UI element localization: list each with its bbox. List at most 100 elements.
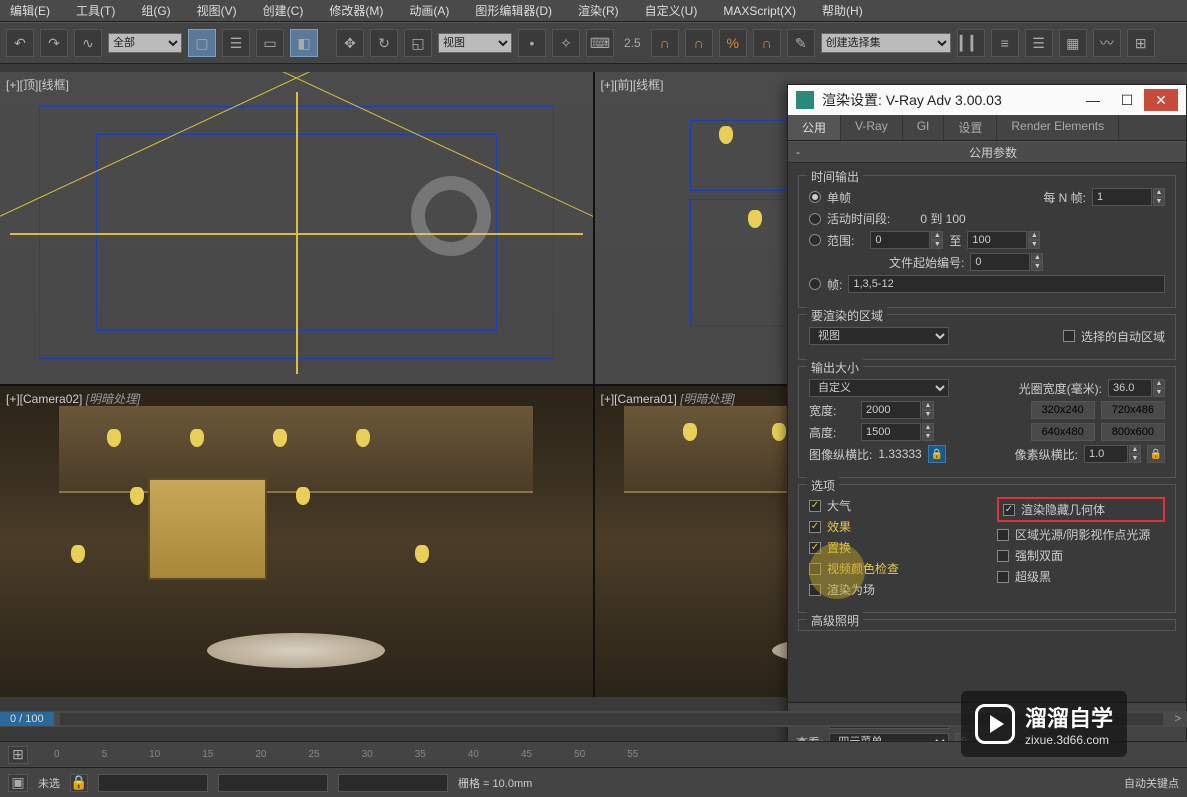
rollup-common-params[interactable]: - 公用参数 — [788, 141, 1186, 163]
viewport-top[interactable]: [+][顶][线框] — [0, 72, 593, 384]
menu-maxscript[interactable]: MAXScript(X) — [719, 2, 800, 20]
input-file-start[interactable] — [970, 253, 1030, 271]
redo-icon[interactable]: ↷ — [40, 29, 68, 57]
label-atmos: 大气 — [827, 497, 851, 514]
select-object-icon[interactable]: ▢ — [188, 29, 216, 57]
menu-custom[interactable]: 自定义(U) — [641, 0, 702, 21]
check-auto-region[interactable] — [1063, 330, 1075, 342]
named-sel-edit-icon[interactable]: ✎ — [787, 29, 815, 57]
layer-icon[interactable]: ☰ — [1025, 29, 1053, 57]
watermark-logo: 溜溜自学 zixue.3d66.com — [961, 691, 1127, 757]
spinner-snap-icon[interactable]: ∩ — [753, 29, 781, 57]
menu-help[interactable]: 帮助(H) — [818, 0, 867, 21]
viewport-front-label[interactable]: [+][前][线框] — [601, 76, 664, 93]
coord-z-input[interactable] — [338, 774, 448, 792]
radio-frames[interactable] — [809, 278, 821, 290]
input-range-from[interactable] — [870, 231, 930, 249]
scale-icon[interactable]: ◱ — [404, 29, 432, 57]
input-px-aspect[interactable] — [1084, 445, 1128, 463]
tab-gi[interactable]: GI — [903, 115, 945, 140]
input-width[interactable] — [861, 401, 921, 419]
check-atmos[interactable] — [809, 500, 821, 512]
graphite-icon[interactable]: ▦ — [1059, 29, 1087, 57]
preset-320x240[interactable]: 320x240 — [1031, 401, 1095, 419]
menu-anim[interactable]: 动画(A) — [405, 0, 453, 21]
check-video[interactable] — [809, 563, 821, 575]
snap-toggle-icon[interactable]: ∩ — [651, 29, 679, 57]
check-force2[interactable] — [997, 550, 1009, 562]
input-frames[interactable] — [848, 275, 1165, 293]
named-sel-set-select[interactable]: 创建选择集 — [821, 33, 951, 53]
input-aperture[interactable] — [1108, 379, 1152, 397]
select-output-custom[interactable]: 自定义 — [809, 379, 949, 397]
curve-editor-icon[interactable]: 〰 — [1093, 29, 1121, 57]
group-area: 要渲染的区域 视图 选择的自动区域 — [798, 314, 1176, 360]
maximize-button[interactable]: ☐ — [1110, 89, 1144, 111]
menu-modifier[interactable]: 修改器(M) — [325, 0, 387, 21]
timeline-frame-marker[interactable]: 0 / 100 — [0, 712, 54, 726]
mirror-icon[interactable]: ▎▎ — [957, 29, 985, 57]
menu-group[interactable]: 组(G) — [137, 0, 174, 21]
check-area-light[interactable] — [997, 529, 1009, 541]
schematic-icon[interactable]: ⊞ — [1127, 29, 1155, 57]
check-render-fields[interactable] — [809, 584, 821, 596]
preset-640x480[interactable]: 640x480 — [1031, 423, 1095, 441]
radio-active[interactable] — [809, 213, 821, 225]
input-height[interactable] — [861, 423, 921, 441]
keyboard-icon[interactable]: ⌨ — [586, 29, 614, 57]
menu-graph[interactable]: 图形编辑器(D) — [471, 0, 556, 21]
menu-render[interactable]: 渲染(R) — [574, 0, 623, 21]
tab-render-elements[interactable]: Render Elements — [997, 115, 1119, 140]
check-effects[interactable] — [809, 521, 821, 533]
ref-coord-select[interactable]: 视图 — [438, 33, 512, 53]
lock-img-aspect[interactable]: 🔒 — [928, 445, 946, 463]
select-area-mode[interactable]: 视图 — [809, 327, 949, 345]
window-crossing-icon[interactable]: ◧ — [290, 29, 318, 57]
viewport-camera02[interactable]: [+][Camera02] [明暗处理] — [0, 386, 593, 698]
tab-vray[interactable]: V-Ray — [841, 115, 903, 140]
coord-y-input[interactable] — [218, 774, 328, 792]
script-listener-icon[interactable]: ▣ — [8, 774, 28, 792]
manipulator-icon[interactable]: ✧ — [552, 29, 580, 57]
spin-down[interactable]: ▼ — [1153, 197, 1165, 206]
viewport-cam02-label[interactable]: [+][Camera02] [明暗处理] — [6, 390, 140, 407]
pivot-icon[interactable]: • — [518, 29, 546, 57]
menu-tools[interactable]: 工具(T) — [72, 0, 119, 21]
align-icon[interactable]: ≡ — [991, 29, 1019, 57]
time-config-icon[interactable]: ⊞ — [8, 746, 28, 764]
undo-icon[interactable]: ↶ — [6, 29, 34, 57]
select-by-name-icon[interactable]: ☰ — [222, 29, 250, 57]
rotate-icon[interactable]: ↻ — [370, 29, 398, 57]
viewport-cam01-label[interactable]: [+][Camera01] [明暗处理] — [601, 390, 735, 407]
select-region-icon[interactable]: ▭ — [256, 29, 284, 57]
radio-single[interactable] — [809, 191, 821, 203]
lock-px-aspect[interactable]: 🔒 — [1147, 445, 1165, 463]
percent-snap-icon[interactable]: % — [719, 29, 747, 57]
dialog-titlebar[interactable]: 渲染设置: V-Ray Adv 3.00.03 — ☐ ✕ — [788, 85, 1186, 115]
label-active: 活动时间段: — [827, 210, 890, 227]
viewport-top-label[interactable]: [+][顶][线框] — [6, 76, 69, 93]
radio-range[interactable] — [809, 234, 821, 246]
check-superb[interactable] — [997, 571, 1009, 583]
menu-views[interactable]: 视图(V) — [193, 0, 241, 21]
input-range-to[interactable] — [967, 231, 1027, 249]
menu-create[interactable]: 创建(C) — [259, 0, 308, 21]
link-icon[interactable]: ∿ — [74, 29, 102, 57]
spin-up[interactable]: ▲ — [1153, 188, 1165, 197]
preset-800x600[interactable]: 800x600 — [1101, 423, 1165, 441]
coord-x-input[interactable] — [98, 774, 208, 792]
check-displace[interactable] — [809, 542, 821, 554]
autokey-label[interactable]: 自动关键点 — [1124, 775, 1179, 791]
lock-selection-icon[interactable]: 🔒 — [70, 774, 88, 792]
move-icon[interactable]: ✥ — [336, 29, 364, 57]
menu-edit[interactable]: 编辑(E) — [6, 0, 54, 21]
minimize-button[interactable]: — — [1076, 89, 1110, 111]
selection-filter-select[interactable]: 全部 — [108, 33, 182, 53]
tab-common[interactable]: 公用 — [788, 115, 841, 140]
angle-snap-icon[interactable]: ∩ — [685, 29, 713, 57]
tab-settings[interactable]: 设置 — [944, 115, 997, 140]
preset-720x486[interactable]: 720x486 — [1101, 401, 1165, 419]
check-hidden[interactable] — [1003, 504, 1015, 516]
input-every-n[interactable] — [1092, 188, 1152, 206]
close-button[interactable]: ✕ — [1144, 89, 1178, 111]
